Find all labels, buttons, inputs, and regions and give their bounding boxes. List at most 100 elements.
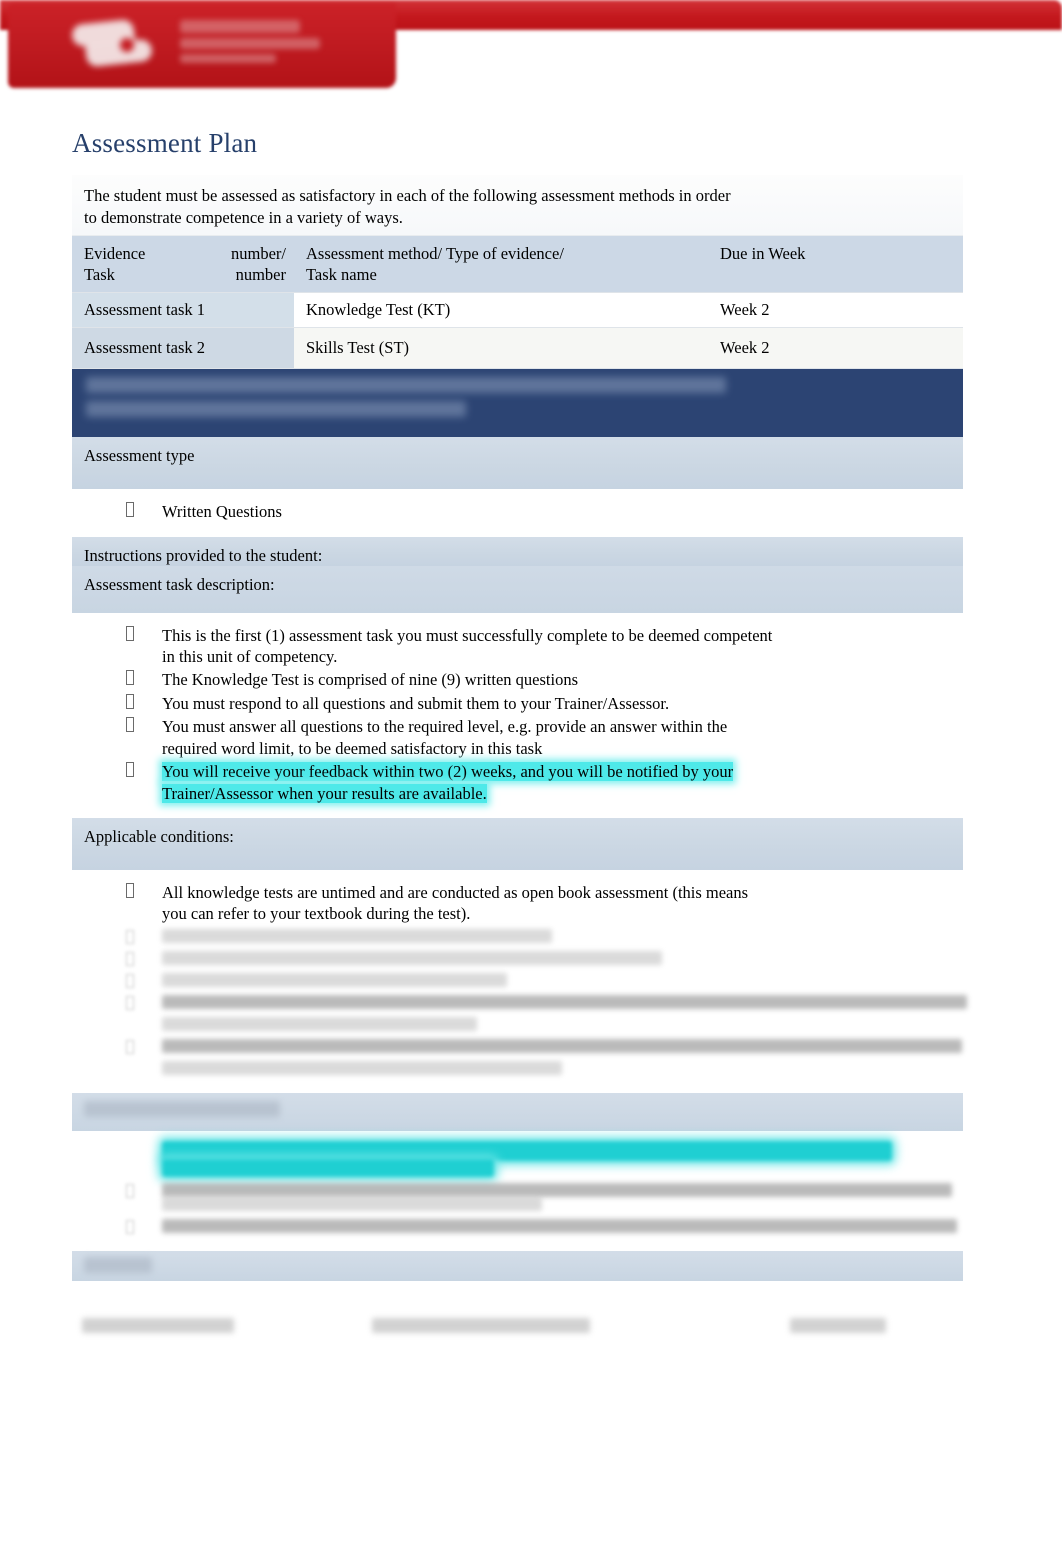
obscured-list-item — [84, 971, 951, 992]
obscured-text — [162, 1016, 477, 1031]
redacted-heading-line-2 — [86, 401, 466, 418]
table-row: Assessment task 2 Skills Test (ST) Week … — [72, 327, 963, 370]
task-description-item-2: The Knowledge Test is comprised of nine … — [162, 670, 578, 690]
checkbox-bullet-icon — [126, 951, 134, 966]
task-description-item-5-line-1: You will receive your feedback within tw… — [162, 762, 734, 782]
checkbox-bullet-icon — [126, 929, 134, 944]
task-description-item-4-line-1: You must answer all questions to the req… — [162, 717, 728, 737]
assessment-type-label: Assessment type — [84, 446, 195, 466]
obscured-list-item — [84, 993, 967, 1014]
institution-logo-wordmark — [180, 20, 330, 66]
list-item: This is the first (1) assessment task yo… — [84, 625, 951, 668]
assessment-plan-table: Evidence number/ Task number Assessment … — [72, 235, 963, 370]
column-header-due-in-week: Due in Week — [708, 235, 963, 294]
intro-paragraph: The student must be assessed as satisfac… — [72, 175, 963, 236]
task-description-band: Assessment task description: — [72, 565, 963, 613]
resubmission-obscured-list — [84, 1195, 957, 1238]
resubmission-band-obscured — [72, 1092, 963, 1131]
assessment-type-list-block: Written Questions — [72, 489, 963, 537]
list-item-highlighted: You will receive your feedback within tw… — [84, 761, 951, 804]
highlight-bar-line-1 — [162, 1140, 892, 1161]
list-item: You must answer all questions to the req… — [84, 716, 951, 759]
col2-head-b: Task name — [306, 264, 377, 284]
location-band-obscured — [72, 1250, 963, 1281]
task-description-item-1-line-2: in this unit of competency. — [162, 646, 338, 666]
obscured-list-item — [84, 1195, 951, 1216]
obscured-list-item — [84, 1015, 951, 1036]
checkbox-bullet-icon — [126, 625, 134, 641]
checkbox-bullet-icon — [126, 1039, 134, 1054]
table-row: Assessment task 1 Knowledge Test (KT) We… — [72, 292, 963, 329]
applicable-conditions-label: Applicable conditions: — [84, 827, 234, 847]
highlighted-obscured-text — [84, 1137, 952, 1201]
institution-logo-icon — [68, 18, 168, 70]
applicable-conditions-item-1-line-1: All knowledge tests are untimed and are … — [162, 883, 749, 903]
highlight-bar-line-2 — [162, 1158, 494, 1177]
cell-due-in-week: Week 2 — [708, 292, 963, 329]
obscured-text — [162, 972, 507, 987]
checkbox-bullet-icon — [126, 717, 134, 733]
checkbox-bullet-icon — [126, 995, 134, 1010]
page-header-banner — [0, 0, 1062, 96]
obscured-list-item — [84, 1217, 957, 1238]
applicable-conditions-item-1-line-2: you can refer to your textbook during th… — [162, 904, 471, 924]
col1-head-a: Evidence — [84, 243, 146, 263]
cell-assessment-method: Skills Test (ST) — [294, 327, 708, 370]
assessment-type-item-label: Written Questions — [162, 502, 282, 522]
applicable-conditions-list: All knowledge tests are untimed and are … — [84, 882, 951, 925]
page-title: Assessment Plan — [72, 128, 258, 158]
task-description-item-1-line-1: This is the first (1) assessment task yo… — [162, 625, 773, 645]
cell-evidence-number: Assessment task 1 — [72, 292, 294, 329]
task-description-list-block: This is the first (1) assessment task yo… — [72, 612, 963, 819]
intro-line-1: The student must be assessed as satisfac… — [84, 186, 731, 205]
instructions-label: Instructions provided to the student: — [84, 545, 323, 565]
applicable-conditions-block: All knowledge tests are untimed and are … — [72, 870, 967, 1093]
obscured-list-item — [84, 927, 951, 948]
list-item: The Knowledge Test is comprised of nine … — [84, 669, 951, 690]
obscured-text — [162, 1196, 542, 1211]
obscured-text — [162, 1218, 957, 1233]
task-description-item-5-line-2: Trainer/Assessor when your results are a… — [162, 783, 487, 803]
obscured-list-item — [84, 1037, 962, 1058]
checkbox-bullet-icon — [126, 973, 134, 988]
checkbox-bullet-icon — [126, 1219, 134, 1234]
footer-page-number-cell — [790, 1318, 886, 1333]
obscured-text — [162, 1060, 562, 1075]
task-description-item-3: You must respond to all questions and su… — [162, 693, 670, 713]
task-description-item-4-line-2: required word limit, to be deemed satisf… — [162, 738, 543, 758]
assessment-task-heading-obscured — [72, 369, 963, 438]
obscured-text — [162, 1038, 962, 1053]
applicable-conditions-obscured-list — [84, 927, 967, 1080]
obscured-text — [162, 950, 662, 965]
checkbox-bullet-icon — [126, 693, 134, 709]
task-description-label: Assessment task description: — [84, 574, 275, 594]
redacted-section-label — [84, 1100, 280, 1117]
col1-head-b: number/ — [231, 243, 286, 263]
checkbox-bullet-icon — [126, 762, 134, 778]
task-description-list: This is the first (1) assessment task yo… — [84, 625, 951, 805]
assessment-type-list: Written Questions — [84, 501, 951, 522]
obscured-list-item — [84, 1059, 951, 1080]
redacted-heading-line-1 — [86, 377, 726, 394]
intro-line-2: to demonstrate competence in a variety o… — [84, 207, 403, 227]
col2-head-a: Assessment method/ Type of evidence/ — [306, 243, 564, 263]
cell-assessment-method: Knowledge Test (KT) — [294, 292, 708, 329]
redacted-section-label — [84, 1256, 152, 1273]
checkbox-bullet-icon — [126, 883, 134, 899]
resubmission-content-obscured — [72, 1130, 963, 1251]
instructions-band: Instructions provided to the student: — [72, 536, 963, 566]
applicable-conditions-band: Applicable conditions: — [72, 818, 963, 871]
obscured-list-item — [84, 949, 951, 970]
cell-evidence-number: Assessment task 2 — [72, 327, 294, 370]
cell-due-in-week: Week 2 — [708, 327, 963, 370]
list-item: You must respond to all questions and su… — [84, 693, 951, 714]
list-item: All knowledge tests are untimed and are … — [84, 882, 951, 925]
footer-left-cell — [82, 1318, 234, 1333]
list-item: Written Questions — [84, 501, 951, 522]
obscured-text — [162, 994, 967, 1009]
column-header-assessment-method: Assessment method/ Type of evidence/ Tas… — [294, 235, 708, 294]
page-footer-obscured — [72, 1306, 963, 1346]
table-header-row: Evidence number/ Task number Assessment … — [72, 235, 963, 294]
footer-center-cell — [372, 1318, 590, 1333]
column-header-evidence-number: Evidence number/ Task number — [72, 235, 294, 294]
